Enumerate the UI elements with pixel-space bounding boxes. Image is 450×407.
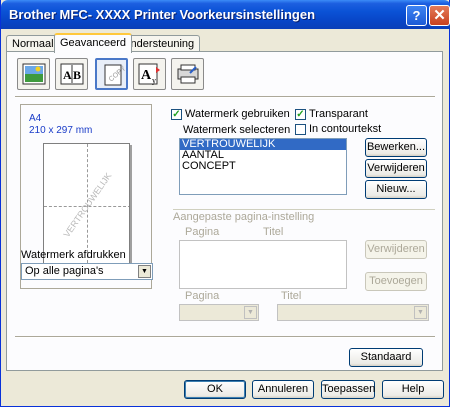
watermark-print-value: Op alle pagina's	[25, 265, 104, 277]
delete-button[interactable]: Verwijderen	[365, 159, 427, 178]
new-button[interactable]: Nieuw...	[365, 180, 427, 199]
help-title-button[interactable]: ?	[406, 5, 427, 26]
custom-page-list[interactable]	[179, 240, 347, 289]
outline-text-checkbox[interactable]	[295, 124, 306, 135]
cancel-button[interactable]: Annuleren	[252, 380, 314, 399]
transparent-label: Transparant	[309, 108, 368, 120]
svg-text:A: A	[63, 68, 72, 82]
custom-group-divider	[173, 209, 435, 210]
paper-info: A4 210 x 297 mm	[29, 113, 92, 137]
page-select-label: Pagina	[185, 290, 220, 302]
top-separator	[15, 96, 435, 98]
tab-normaal[interactable]: Normaal	[6, 35, 60, 52]
paper-name: A4	[29, 113, 42, 124]
page-select[interactable]: ▼	[179, 304, 259, 321]
custom-delete-button[interactable]: Verwijderen	[365, 240, 427, 259]
watermark-list[interactable]: VERTROUWELIJK AANTAL CONCEPT	[179, 138, 347, 195]
tab-panel: AB COPY Ay A4 210 x 297 mm VERTROUWELIJK	[6, 51, 443, 371]
color-icon[interactable]	[17, 58, 50, 90]
svg-text:A: A	[141, 68, 152, 83]
chevron-down-icon[interactable]: ▼	[414, 306, 427, 319]
bottom-separator	[15, 336, 435, 338]
watermark-icon[interactable]: COPY	[95, 58, 128, 90]
help-button[interactable]: Help	[382, 380, 444, 399]
custom-page-title: Aangepaste pagina-instelling	[173, 211, 315, 223]
page-preview-box: A4 210 x 297 mm VERTROUWELIJK	[20, 104, 152, 289]
transparent-checkbox[interactable]: ✓	[295, 109, 306, 120]
text-format-icon[interactable]: Ay	[133, 58, 166, 90]
list-item[interactable]: CONCEPT	[180, 161, 346, 172]
printer-preferences-dialog: Brother MFC- XXXX Printer Voorkeursinste…	[0, 0, 450, 407]
default-button[interactable]: Standaard	[349, 348, 423, 367]
chevron-down-icon[interactable]: ▼	[138, 265, 151, 278]
svg-text:y: y	[152, 76, 156, 85]
ok-button[interactable]: OK	[184, 380, 246, 399]
custom-add-button[interactable]: Toevoegen	[365, 272, 427, 291]
title-bar[interactable]: Brother MFC- XXXX Printer Voorkeursinste…	[1, 0, 450, 29]
paper-size: 210 x 297 mm	[29, 125, 93, 136]
svg-text:B: B	[73, 68, 81, 82]
chevron-down-icon[interactable]: ▼	[244, 306, 257, 319]
window-title: Brother MFC- XXXX Printer Voorkeursinste…	[9, 7, 316, 22]
apply-button[interactable]: Toepassen	[321, 380, 375, 399]
use-watermark-label: Watermerk gebruiken	[185, 108, 290, 120]
title-select[interactable]: ▼	[277, 304, 429, 321]
scaling-icon[interactable]: AB	[55, 58, 88, 90]
custom-col-title: Titel	[263, 226, 284, 238]
edit-button[interactable]: Bewerken...	[365, 138, 427, 157]
use-watermark-checkbox[interactable]: ✓	[171, 109, 182, 120]
watermark-print-select[interactable]: Op alle pagina's ▼	[21, 263, 153, 280]
watermark-print-label: Watermerk afdrukken	[21, 249, 126, 261]
select-watermark-label: Watermerk selecteren	[183, 124, 291, 136]
close-button[interactable]: ✕	[429, 5, 450, 26]
outline-text-label: In contourtekst	[309, 123, 382, 135]
tab-geavanceerd[interactable]: Geavanceerd	[54, 33, 133, 53]
title-select-label: Titel	[281, 290, 302, 302]
device-options-icon[interactable]	[171, 58, 204, 90]
custom-col-page: Pagina	[185, 226, 220, 238]
